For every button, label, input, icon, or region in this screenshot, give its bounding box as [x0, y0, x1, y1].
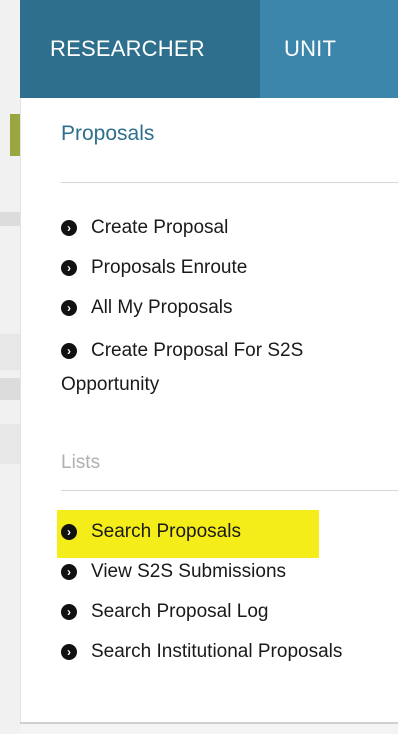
menu-item-all-my-proposals[interactable]: › All My Proposals	[61, 294, 389, 322]
circle-arrow-right-icon: ›	[61, 564, 77, 580]
menu-item-label: View S2S Submissions	[91, 561, 287, 582]
proposals-heading[interactable]: Proposals	[61, 122, 154, 146]
menu-item-label: All My Proposals	[91, 297, 233, 318]
menu-item-label: Search Institutional Proposals	[91, 641, 343, 662]
background-fragment	[0, 212, 20, 226]
background-fragment	[0, 424, 20, 464]
background-fragment	[0, 334, 20, 370]
menu-item-search-institutional-proposals[interactable]: › Search Institutional Proposals	[61, 638, 389, 666]
tab-researcher-label: RESEARCHER	[50, 36, 205, 61]
menu-item-search-proposal-log[interactable]: › Search Proposal Log	[61, 598, 389, 626]
menu-item-label: Search Proposals	[91, 521, 241, 542]
menu-item-view-s2s-submissions[interactable]: › View S2S Submissions	[61, 558, 389, 586]
tab-unit[interactable]: UNIT	[260, 0, 398, 98]
proposals-list: › Create Proposal › Proposals Enroute › All…	[61, 214, 389, 414]
circle-arrow-right-icon: ›	[61, 644, 77, 660]
researcher-dropdown-menu: Proposals › Create Proposal › Proposals En…	[20, 98, 398, 722]
lists-list: › Search Proposals › View S2S Submissions …	[57, 510, 389, 678]
circle-arrow-right-icon: ›	[61, 604, 77, 620]
menu-item-label: Create Proposal For S2S Opportunity	[61, 340, 304, 395]
tab-unit-label: UNIT	[284, 36, 337, 61]
menu-item-search-proposals[interactable]: › Search Proposals	[57, 510, 389, 558]
tab-researcher[interactable]: RESEARCHER	[20, 0, 260, 98]
circle-arrow-right-icon: ›	[61, 300, 77, 316]
menu-item-label: Proposals Enroute	[91, 257, 248, 278]
menu-bottom-shadow	[20, 724, 398, 734]
circle-arrow-right-icon: ›	[61, 343, 77, 359]
section-divider	[61, 490, 398, 491]
background-accent-bar	[10, 114, 20, 156]
background-fragment	[0, 378, 20, 400]
circle-arrow-right-icon: ›	[61, 524, 77, 540]
circle-arrow-right-icon: ›	[61, 220, 77, 236]
circle-arrow-right-icon: ›	[61, 260, 77, 276]
lists-heading: Lists	[61, 452, 101, 473]
menu-item-proposals-enroute[interactable]: › Proposals Enroute	[61, 254, 389, 282]
menu-item-create-proposal-s2s[interactable]: › Create Proposal For S2S Opportunity	[61, 334, 389, 402]
section-divider	[61, 182, 398, 183]
background-page-edge	[0, 0, 20, 734]
menu-item-label: Create Proposal	[91, 217, 229, 238]
menu-item-create-proposal[interactable]: › Create Proposal	[61, 214, 389, 242]
menu-item-label: Search Proposal Log	[91, 601, 269, 622]
top-navigation: RESEARCHER UNIT	[20, 0, 398, 98]
